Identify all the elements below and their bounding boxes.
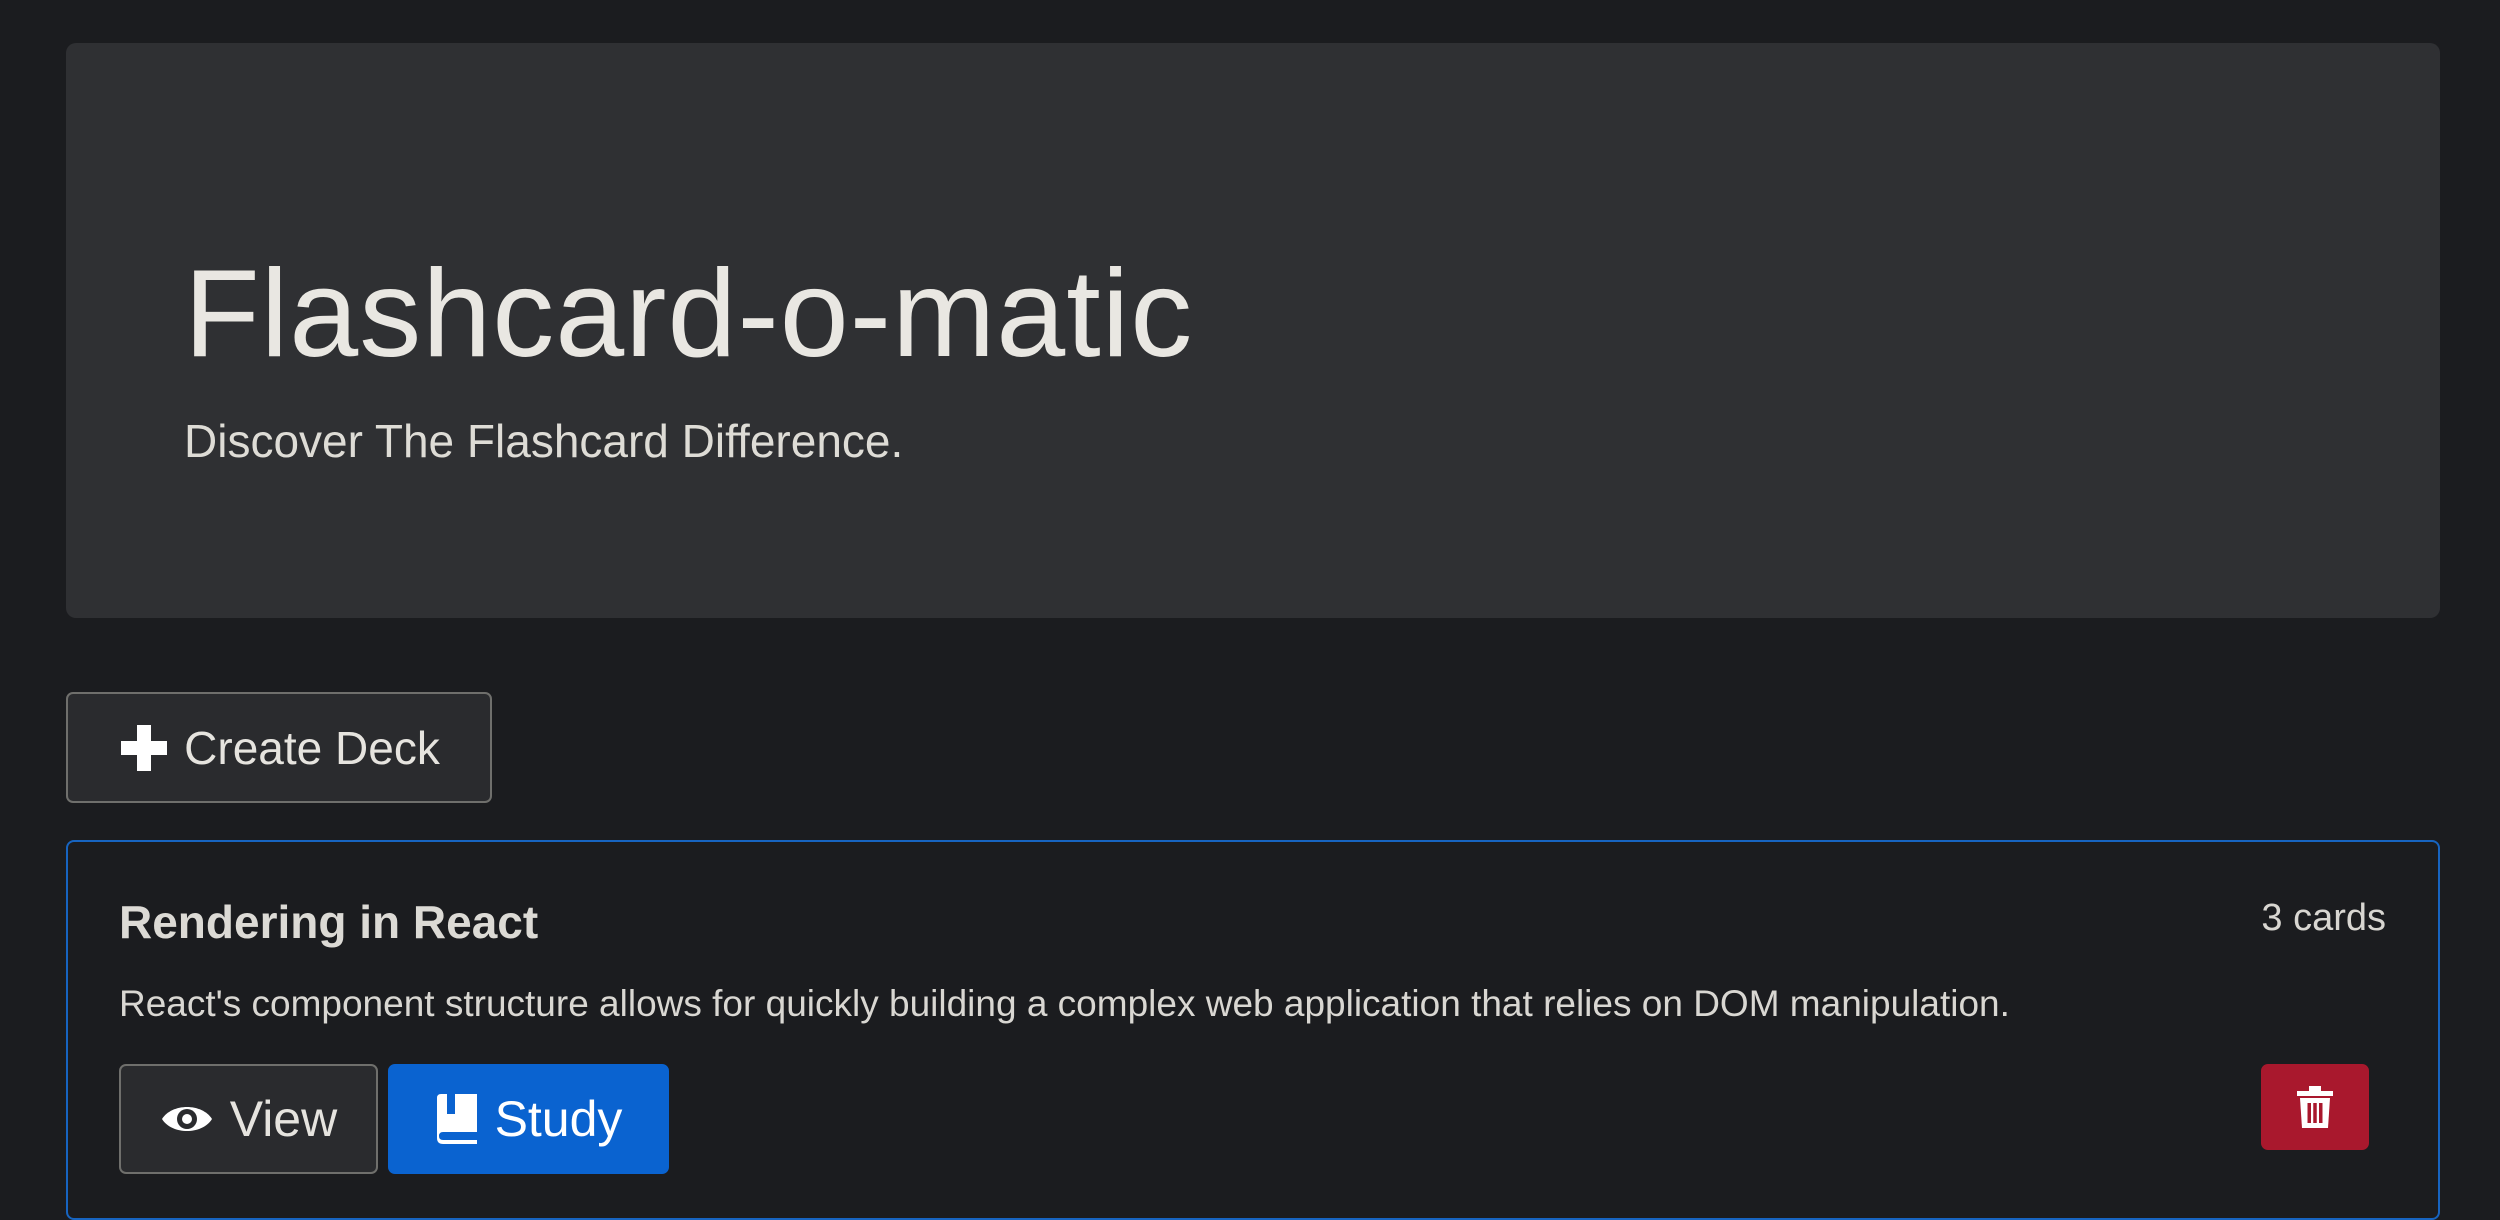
view-deck-button[interactable]: View xyxy=(119,1064,378,1174)
deck-card: Rendering in React 3 cards React's compo… xyxy=(66,840,2440,1220)
deck-card-count: 3 cards xyxy=(2261,897,2386,939)
create-deck-button[interactable]: Create Deck xyxy=(66,692,492,803)
trash-icon xyxy=(2297,1086,2333,1128)
study-deck-label: Study xyxy=(494,1091,623,1147)
study-deck-button[interactable]: Study xyxy=(388,1064,669,1174)
app-subtitle: Discover The Flashcard Difference. xyxy=(184,415,904,467)
plus-icon xyxy=(118,722,170,774)
deck-name: Rendering in React xyxy=(119,896,539,948)
hero-banner: Flashcard-o-matic Discover The Flashcard… xyxy=(66,43,2440,618)
book-icon xyxy=(435,1094,479,1144)
view-deck-label: View xyxy=(229,1091,338,1147)
create-deck-label: Create Deck xyxy=(184,721,440,774)
delete-deck-button[interactable] xyxy=(2261,1064,2369,1150)
page-container: Flashcard-o-matic Discover The Flashcard… xyxy=(66,0,2440,1220)
app-title: Flashcard-o-matic xyxy=(184,245,1194,383)
eye-icon xyxy=(160,1099,214,1139)
deck-description: React's component structure allows for q… xyxy=(119,983,2010,1024)
